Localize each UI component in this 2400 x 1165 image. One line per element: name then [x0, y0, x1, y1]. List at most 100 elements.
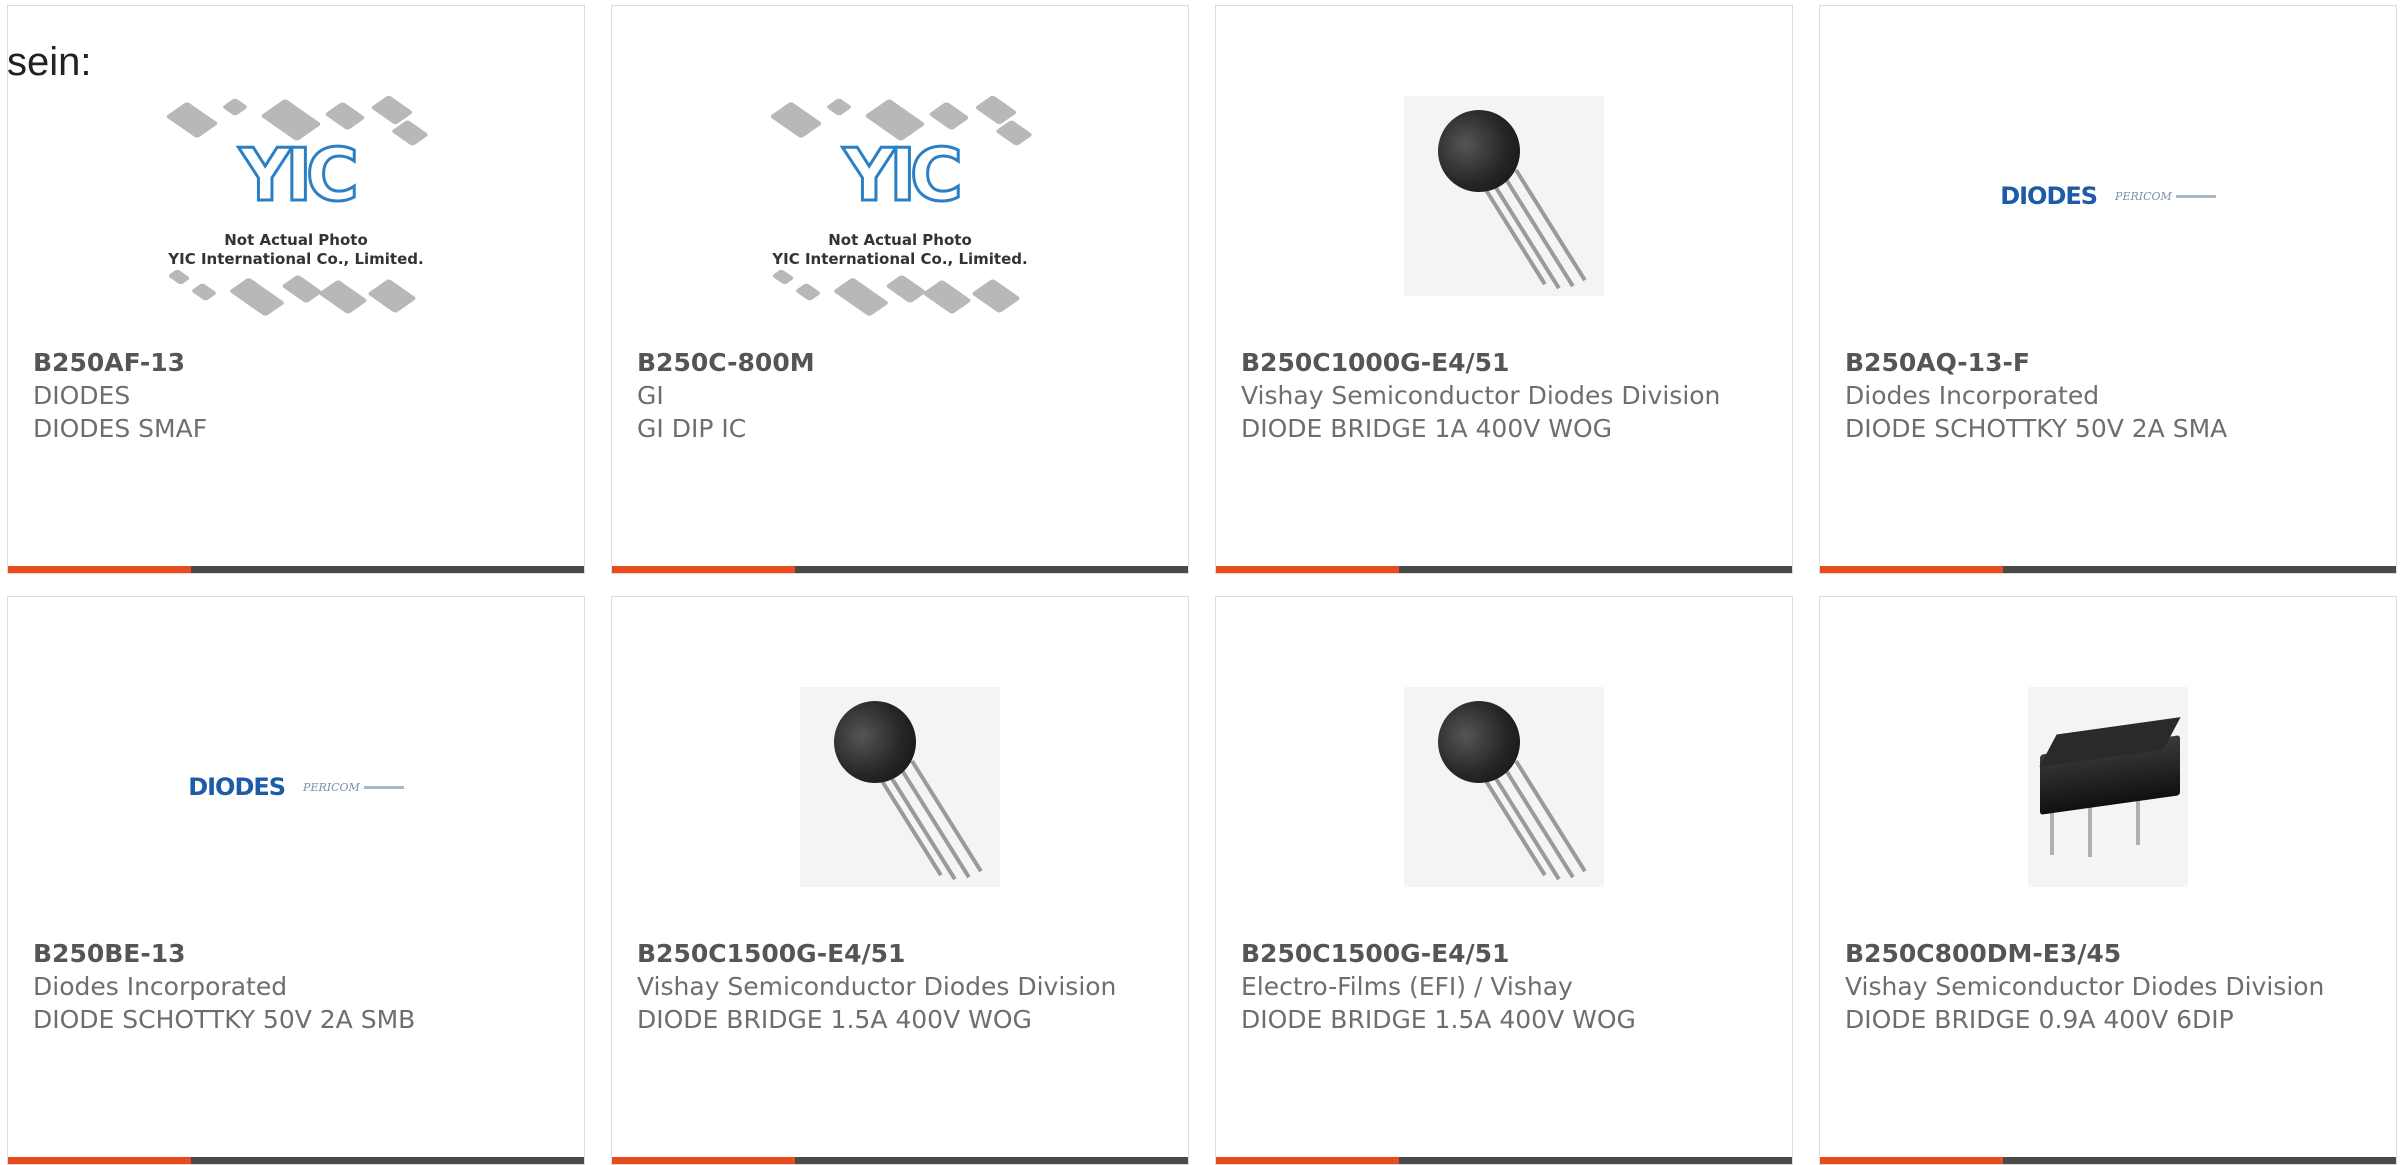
pericom-underline [363, 786, 404, 789]
card-bottom-bar [8, 566, 584, 573]
part-number[interactable]: B250C-800M [637, 346, 1168, 379]
yic-logo: YIC [238, 132, 361, 219]
product-card[interactable]: B250C1500G-E4/51 Electro-Films (EFI) / V… [1215, 596, 1793, 1165]
product-info: B250C1500G-E4/51 Electro-Films (EFI) / V… [1241, 937, 1772, 1036]
description: GI DIP IC [637, 414, 747, 443]
manufacturer: Diodes Incorporated [1845, 381, 2100, 410]
product-info: B250AQ-13-F Diodes Incorporated DIODE SC… [1845, 346, 2376, 445]
chip-shape [165, 101, 219, 139]
chip-shape [922, 279, 972, 315]
card-accent-bar [1820, 566, 2003, 573]
part-number[interactable]: B250C800DM-E3/45 [1845, 937, 2376, 970]
card-bottom-bar [1820, 566, 2396, 573]
lead-wire [2136, 795, 2140, 845]
product-card[interactable]: DIODES PERICOM B250AQ-13-F Diodes Incorp… [1819, 5, 2397, 574]
manufacturer: Vishay Semiconductor Diodes Division [637, 972, 1117, 1001]
chip-shape [281, 274, 323, 304]
description: DIODE SCHOTTKY 50V 2A SMA [1845, 414, 2228, 443]
product-info: B250BE-13 Diodes Incorporated DIODE SCHO… [33, 937, 564, 1036]
product-photo [1404, 685, 1604, 887]
part-number[interactable]: B250C1500G-E4/51 [637, 937, 1168, 970]
lead-wire [884, 767, 957, 881]
product-card[interactable]: YIC Not Actual Photo YIC International C… [611, 5, 1189, 574]
product-image[interactable] [1820, 637, 2396, 937]
product-info: B250C1000G-E4/51 Vishay Semiconductor Di… [1241, 346, 1772, 445]
chip-shape [928, 101, 970, 131]
product-card[interactable]: B250C800DM-E3/45 Vishay Semiconductor Di… [1819, 596, 2397, 1165]
lead-wire [1488, 176, 1561, 290]
card-bottom-bar [612, 566, 1188, 573]
product-photo [2028, 687, 2188, 887]
product-photo [1404, 94, 1604, 296]
product-image[interactable] [612, 637, 1188, 937]
product-image[interactable]: DIODES PERICOM [8, 637, 584, 937]
description: DIODE BRIDGE 0.9A 400V 6DIP [1845, 1005, 2234, 1034]
lead-wire [2088, 807, 2092, 857]
chip-shape [769, 101, 823, 139]
pericom-label: PERICOM [2115, 189, 2172, 203]
yic-logo: YIC [842, 132, 965, 219]
card-bottom-bar [1216, 566, 1792, 573]
part-number[interactable]: B250BE-13 [33, 937, 564, 970]
product-image[interactable]: YIC Not Actual Photo YIC International C… [612, 46, 1188, 346]
pericom-logo-text: PERICOM [303, 781, 404, 794]
product-photo [800, 685, 1000, 887]
description: DIODE BRIDGE 1.5A 400V WOG [1241, 1005, 1636, 1034]
placeholder-image: YIC Not Actual Photo YIC International C… [151, 71, 441, 321]
description: DIODE BRIDGE 1.5A 400V WOG [637, 1005, 1032, 1034]
card-accent-bar [612, 566, 795, 573]
manufacturer: Vishay Semiconductor Diodes Division [1845, 972, 2325, 1001]
lead-wire [910, 759, 983, 873]
description: DIODE BRIDGE 1A 400V WOG [1241, 414, 1613, 443]
part-number[interactable]: B250AQ-13-F [1845, 346, 2376, 379]
placeholder-caption-line1: Not Actual Photo [224, 231, 368, 249]
product-card[interactable]: YIC Not Actual Photo YIC International C… [7, 5, 585, 574]
card-accent-bar [1216, 566, 1399, 573]
manufacturer: Vishay Semiconductor Diodes Division [1241, 381, 1721, 410]
product-card[interactable]: B250C1000G-E4/51 Vishay Semiconductor Di… [1215, 5, 1793, 574]
brand-logo: DIODES PERICOM [2000, 182, 2216, 210]
lead-wire [1514, 759, 1587, 873]
chip-shape [167, 268, 191, 286]
chip-shape [190, 282, 218, 302]
lead-text: sein: [7, 40, 92, 84]
chip-shape [324, 101, 366, 131]
pericom-logo-text: PERICOM [2115, 190, 2216, 203]
placeholder-caption: Not Actual Photo YIC International Co., … [151, 231, 441, 269]
chip-shape [771, 268, 795, 286]
chip-shape [971, 278, 1021, 314]
brand-logo: DIODES PERICOM [188, 773, 404, 801]
lead-wire [1514, 168, 1587, 282]
chip-shape [367, 278, 417, 314]
part-number[interactable]: B250C1000G-E4/51 [1241, 346, 1772, 379]
product-image[interactable]: YIC Not Actual Photo YIC International C… [8, 46, 584, 346]
chip-shape [221, 97, 249, 117]
placeholder-caption-line1: Not Actual Photo [828, 231, 972, 249]
chip-shape [832, 277, 890, 317]
product-image[interactable] [1216, 46, 1792, 346]
product-info: B250C-800M GI GI DIP IC [637, 346, 1168, 445]
diodes-logo-text: DIODES [188, 773, 286, 801]
product-card[interactable]: DIODES PERICOM B250BE-13 Diodes Incorpor… [7, 596, 585, 1165]
pericom-underline [2175, 195, 2216, 198]
card-accent-bar [8, 566, 191, 573]
part-number[interactable]: B250AF-13 [33, 346, 564, 379]
diodes-logo-text: DIODES [2000, 182, 2098, 210]
bridge-body [1422, 94, 1536, 208]
bridge-body [1422, 685, 1536, 799]
manufacturer: Diodes Incorporated [33, 972, 288, 1001]
placeholder-caption-line2: YIC International Co., Limited. [168, 250, 424, 268]
product-info: B250C800DM-E3/45 Vishay Semiconductor Di… [1845, 937, 2376, 1036]
product-info: B250C1500G-E4/51 Vishay Semiconductor Di… [637, 937, 1168, 1036]
part-number[interactable]: B250C1500G-E4/51 [1241, 937, 1772, 970]
description: DIODE SCHOTTKY 50V 2A SMB [33, 1005, 416, 1034]
product-image[interactable] [1216, 637, 1792, 937]
chip-shape [228, 277, 286, 317]
bridge-body [818, 685, 932, 799]
product-info: B250AF-13 DIODES DIODES SMAF [33, 346, 564, 445]
pericom-label: PERICOM [303, 780, 360, 794]
manufacturer: Electro-Films (EFI) / Vishay [1241, 972, 1573, 1001]
product-image[interactable]: DIODES PERICOM [1820, 46, 2396, 346]
placeholder-caption-line2: YIC International Co., Limited. [772, 250, 1028, 268]
product-card[interactable]: B250C1500G-E4/51 Vishay Semiconductor Di… [611, 596, 1189, 1165]
